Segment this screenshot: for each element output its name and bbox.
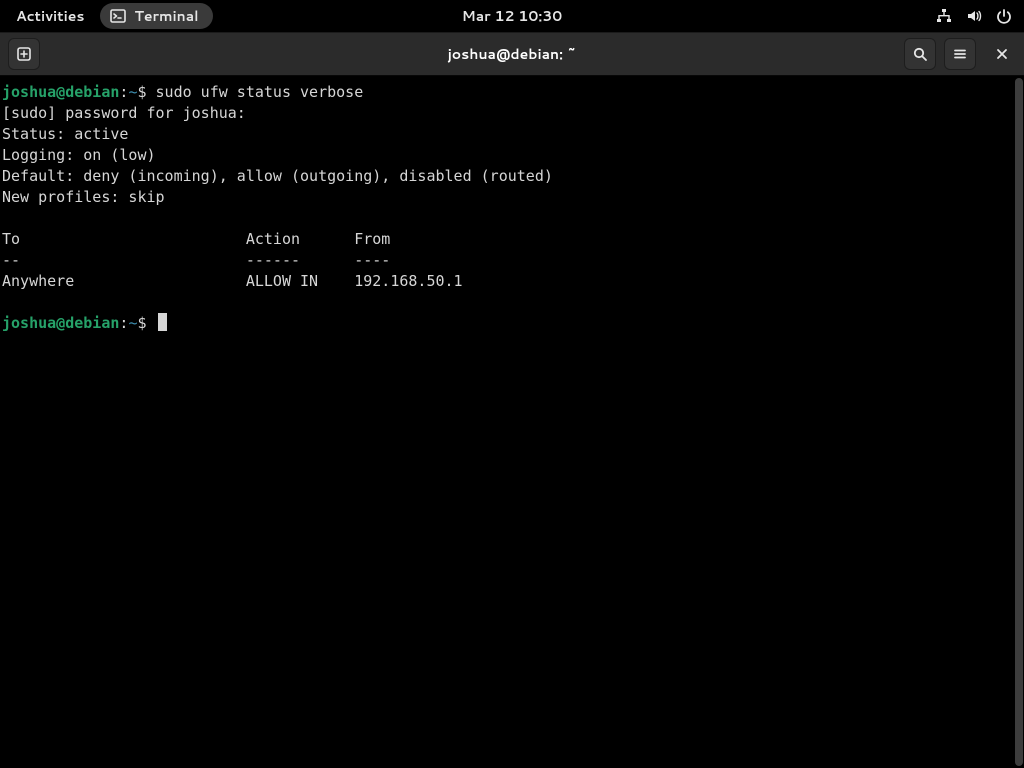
output-sudo: [sudo] password for joshua: (2, 104, 246, 122)
top-app-chip[interactable]: Terminal (100, 3, 212, 29)
prompt-symbol: $ (137, 83, 146, 101)
gnome-top-bar: Activities Terminal Mar 12 10:30 (0, 0, 1024, 32)
prompt-user: joshua@debian (2, 314, 119, 332)
output-header-sep: -- ------ ---- (2, 251, 390, 269)
window-title: joshua@debian: ~ (0, 33, 1024, 75)
output-profiles: New profiles: skip (2, 188, 165, 206)
cursor-block (158, 313, 167, 331)
top-app-name: Terminal (134, 6, 198, 26)
scrollbar-thumb[interactable] (1015, 78, 1023, 766)
terminal-headerbar: joshua@debian: ~ (0, 32, 1024, 76)
menu-button[interactable] (944, 38, 976, 70)
terminal-viewport: joshua@debian:~$ sudo ufw status verbose… (0, 76, 1024, 768)
prompt-user: joshua@debian (2, 83, 119, 101)
prompt-symbol: $ (137, 314, 146, 332)
command-1: sudo ufw status verbose (156, 83, 364, 101)
power-icon[interactable] (996, 8, 1012, 24)
hamburger-icon (952, 46, 968, 62)
search-icon (912, 46, 928, 62)
terminal-app-icon (110, 8, 126, 24)
volume-icon[interactable] (966, 8, 982, 24)
output-rule-row: Anywhere ALLOW IN 192.168.50.1 (2, 272, 463, 290)
network-icon[interactable] (936, 8, 952, 24)
output-status: Status: active (2, 125, 128, 143)
output-header-row: To Action From (2, 230, 390, 248)
scrollbar-track[interactable] (1014, 76, 1024, 768)
close-window-button[interactable] (988, 40, 1016, 68)
terminal-body[interactable]: joshua@debian:~$ sudo ufw status verbose… (0, 76, 1024, 768)
output-default: Default: deny (incoming), allow (outgoin… (2, 167, 553, 185)
activities-button[interactable]: Activities (8, 4, 92, 28)
new-tab-button[interactable] (8, 38, 40, 70)
close-icon (996, 48, 1008, 60)
search-button[interactable] (904, 38, 936, 70)
output-logging: Logging: on (low) (2, 146, 156, 164)
